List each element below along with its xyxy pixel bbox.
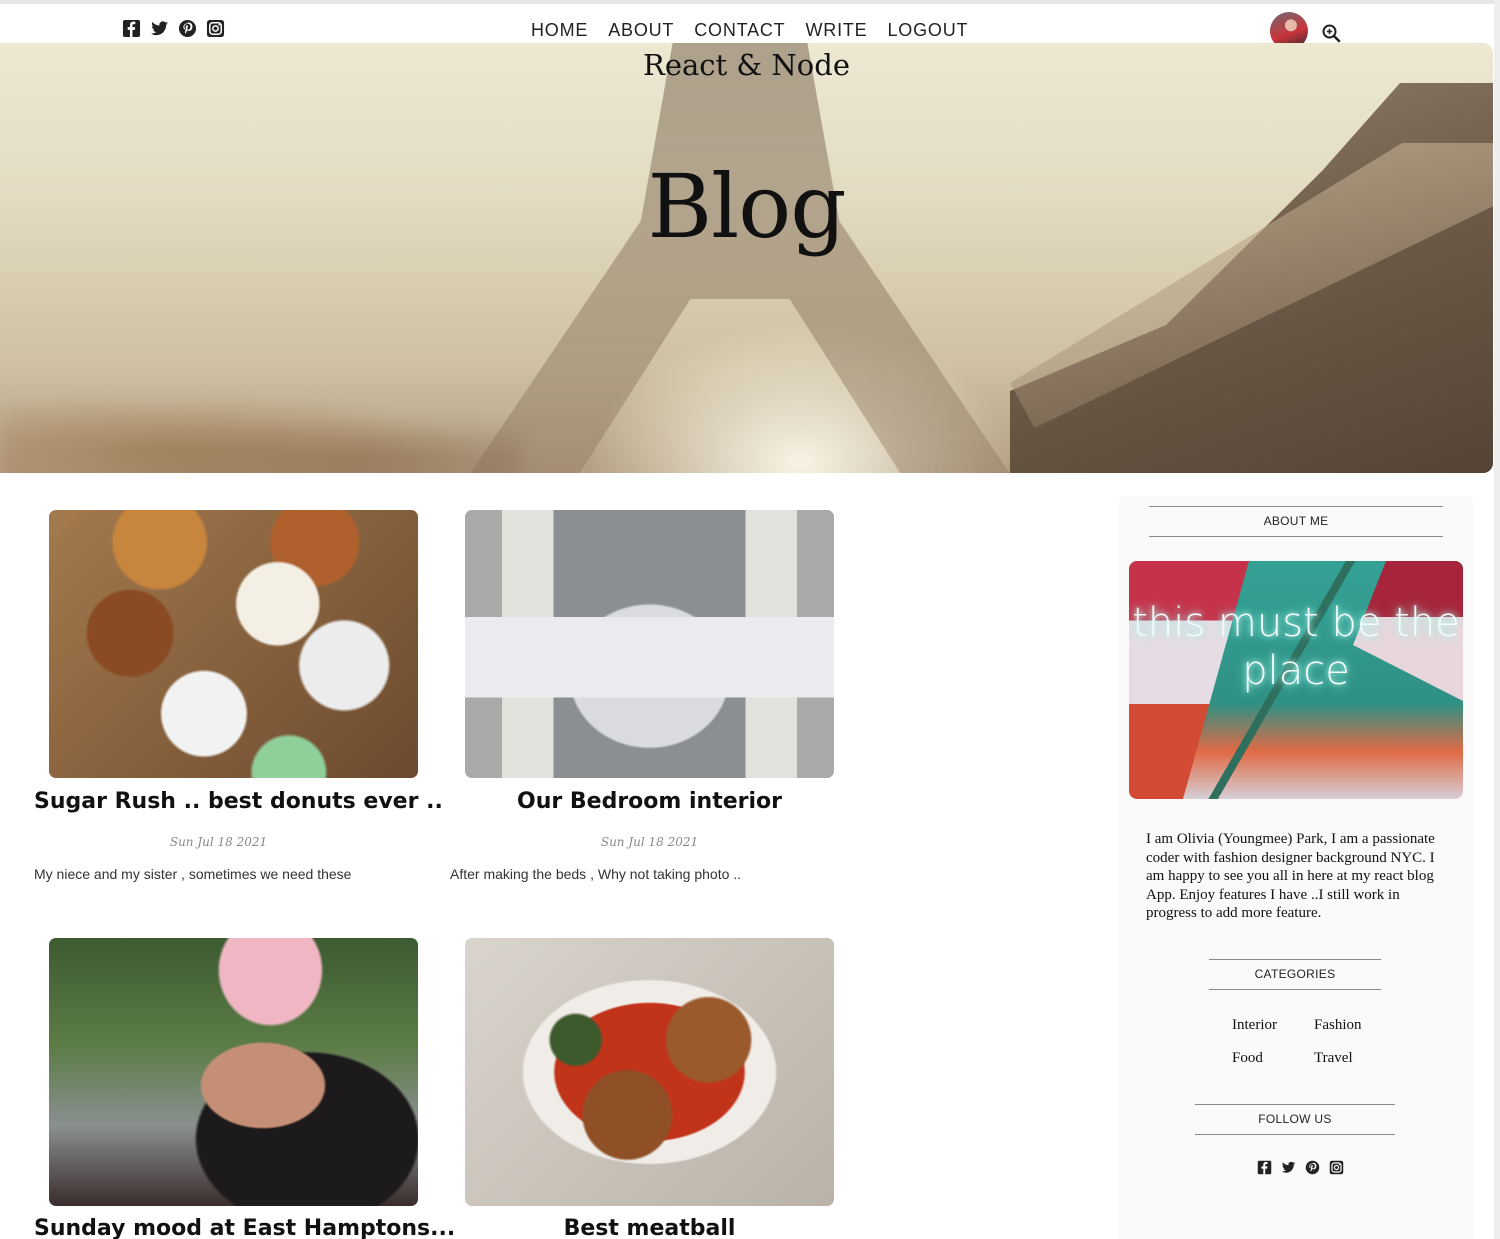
- neon-sign-text: this must be the place: [1132, 600, 1460, 694]
- post-title[interactable]: Sunday mood at East Hamptons...: [34, 1216, 455, 1239]
- top-social-links: [122, 19, 225, 38]
- twitter-icon[interactable]: [150, 19, 169, 38]
- eiffel-tower-backdrop: [430, 43, 1050, 473]
- top-navbar: HOME ABOUT CONTACT WRITE LOGOUT: [0, 0, 1500, 50]
- post-title[interactable]: Best meatball: [465, 1216, 834, 1239]
- nav-home[interactable]: HOME: [531, 20, 588, 40]
- category-fashion[interactable]: Fashion: [1314, 1016, 1384, 1035]
- about-me-image: this must be the place: [1129, 561, 1463, 799]
- category-interior[interactable]: Interior: [1232, 1016, 1314, 1035]
- post-title[interactable]: Sugar Rush .. best donuts ever ..: [34, 789, 443, 814]
- post-title[interactable]: Our Bedroom interior: [465, 789, 834, 814]
- post-date: Sun Jul 18 2021: [169, 835, 268, 849]
- window-scrollbar[interactable]: [1494, 0, 1500, 1239]
- trees-backdrop: [0, 403, 520, 473]
- post-image[interactable]: [49, 510, 418, 778]
- facebook-square-icon[interactable]: [122, 19, 141, 38]
- header-subtitle: React & Node: [643, 48, 850, 82]
- post-desc: After making the beds , Why not taking p…: [450, 866, 742, 882]
- nav-about[interactable]: ABOUT: [608, 20, 674, 40]
- search-plus-icon[interactable]: [1321, 23, 1341, 43]
- facebook-square-icon[interactable]: [1257, 1160, 1272, 1175]
- nav-write[interactable]: WRITE: [805, 20, 867, 40]
- sidebar: ABOUT ME this must be the place I am Oli…: [1118, 496, 1474, 1239]
- header-title: Blog: [647, 155, 846, 258]
- nav-contact[interactable]: CONTACT: [694, 20, 785, 40]
- post-desc: My niece and my sister , sometimes we ne…: [34, 866, 352, 882]
- about-me-heading: ABOUT ME: [1149, 506, 1443, 537]
- follow-us-heading: FOLLOW US: [1195, 1104, 1395, 1135]
- main-nav: HOME ABOUT CONTACT WRITE LOGOUT: [531, 20, 968, 40]
- pinterest-icon[interactable]: [178, 19, 197, 38]
- twitter-icon[interactable]: [1281, 1160, 1296, 1175]
- about-me-text: I am Olivia (Youngmee) Park, I am a pass…: [1146, 831, 1435, 921]
- categories-heading: CATEGORIES: [1209, 959, 1381, 990]
- pinterest-icon[interactable]: [1305, 1160, 1320, 1175]
- post-image[interactable]: [465, 510, 834, 778]
- sidebar-social-links: [1257, 1160, 1344, 1175]
- nav-logout[interactable]: LOGOUT: [887, 20, 968, 40]
- header-hero: React & Node Blog: [0, 43, 1493, 473]
- post-image[interactable]: [49, 938, 418, 1206]
- category-travel[interactable]: Travel: [1314, 1049, 1384, 1068]
- category-list: Interior Fashion Food Travel: [1232, 1016, 1384, 1068]
- post-date: Sun Jul 18 2021: [600, 835, 699, 849]
- post-image[interactable]: [465, 938, 834, 1206]
- category-food[interactable]: Food: [1232, 1049, 1314, 1068]
- instagram-icon[interactable]: [206, 19, 225, 38]
- instagram-icon[interactable]: [1329, 1160, 1344, 1175]
